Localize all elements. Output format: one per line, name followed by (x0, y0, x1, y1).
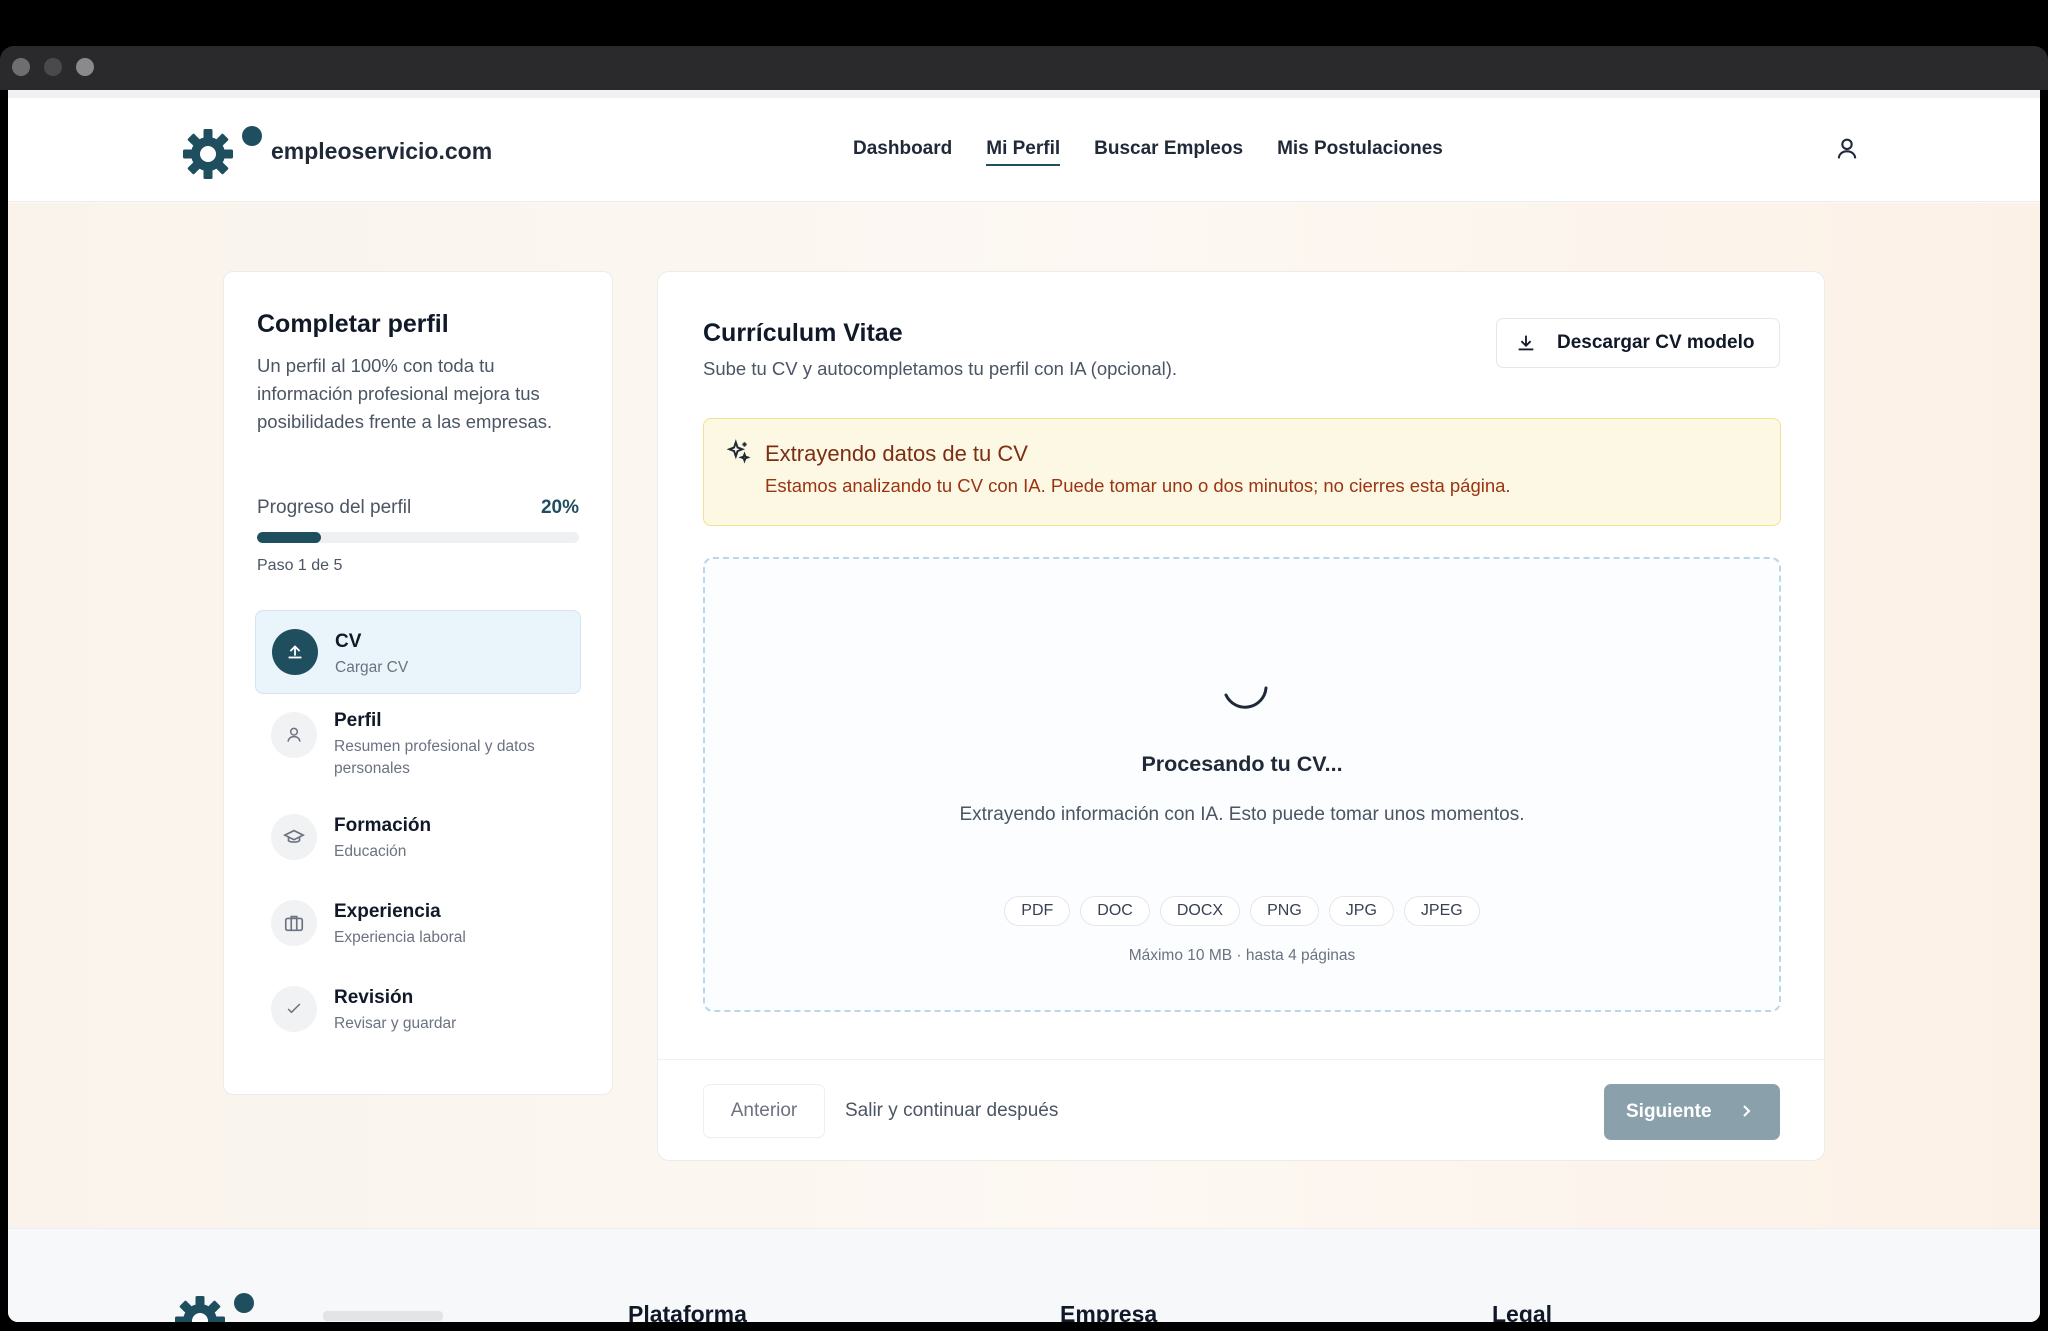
nav-mis-postulaciones[interactable]: Mis Postulaciones (1277, 138, 1443, 166)
briefcase-icon (271, 900, 317, 946)
step-title: Perfil (334, 710, 382, 731)
progress-percent: 20% (540, 497, 579, 518)
sidebar-description: Un perfil al 100% con toda tu informació… (257, 355, 553, 432)
processing-title: Procesando tu CV... (1141, 752, 1343, 776)
format-chip: JPG (1328, 896, 1394, 926)
step-revision[interactable]: Revisión Revisar y guardar (255, 974, 581, 1060)
step-subtitle: Revisar y guardar (334, 1015, 457, 1032)
save-and-exit-link[interactable]: Salir y continuar después (845, 1100, 1058, 1122)
download-cv-template-label: Descargar CV modelo (1557, 332, 1755, 353)
step-subtitle: Educación (334, 843, 407, 860)
footer-column-legal: Legal (1492, 1301, 1553, 1322)
minimize-window-button[interactable] (44, 58, 62, 76)
card-subtitle: Sube tu CV y autocompletamos tu perfil c… (703, 358, 1178, 379)
cv-dropzone[interactable]: Procesando tu CV... Extrayendo informaci… (703, 557, 1781, 1012)
step-title: Experiencia (334, 901, 441, 922)
maximize-window-button[interactable] (76, 58, 94, 76)
chevron-right-icon (1743, 1105, 1751, 1117)
step-subtitle: Resumen profesional y datos personales (334, 738, 535, 777)
step-formacion[interactable]: Formación Educación (255, 802, 581, 888)
profile-steps-sidebar: Completar perfil Un perfil al 100% con t… (223, 271, 613, 1095)
sparkles-icon (726, 439, 751, 464)
card-title: Currículum Vitae (703, 319, 903, 347)
step-subtitle: Experiencia laboral (334, 929, 466, 946)
format-chip: PNG (1250, 896, 1319, 926)
footer-column-plataforma: Plataforma (628, 1301, 747, 1322)
nav-mi-perfil[interactable]: Mi Perfil (986, 138, 1061, 166)
user-icon (271, 712, 317, 758)
step-cv[interactable]: CV Cargar CV (255, 610, 581, 694)
step-title: Formación (334, 815, 432, 836)
format-chip: DOCX (1159, 896, 1241, 926)
download-icon (1518, 335, 1534, 351)
upload-icon (272, 629, 318, 675)
brand-logo-icon[interactable] (178, 122, 268, 182)
file-limits: Máximo 10 MB · hasta 4 páginas (1128, 947, 1356, 964)
accepted-formats: PDF DOC DOCX PNG JPG JPEG (705, 896, 1779, 926)
nav-buscar-empleos[interactable]: Buscar Empleos (1094, 138, 1243, 166)
next-button[interactable]: Siguiente (1604, 1084, 1780, 1140)
extraction-alert: Extrayendo datos de tu CV Estamos analiz… (703, 418, 1781, 526)
user-icon[interactable] (1833, 135, 1861, 163)
step-experiencia[interactable]: Experiencia Experiencia laboral (255, 888, 581, 974)
card-footer: Anterior Salir y continuar después Sigui… (658, 1059, 1824, 1160)
step-title: CV (335, 631, 362, 652)
progress-bar (257, 532, 579, 543)
main-nav: Dashboard Mi Perfil Buscar Empleos Mis P… (853, 138, 1443, 166)
format-chip: DOC (1080, 896, 1150, 926)
alert-title: Extrayendo datos de tu CV (765, 441, 1028, 466)
browser-toolbar-edge (8, 90, 2040, 98)
step-count: Paso 1 de 5 (257, 557, 343, 574)
site-header: empleoservicio.com Dashboard Mi Perfil B… (8, 98, 2040, 202)
download-cv-template-button[interactable]: Descargar CV modelo (1496, 318, 1780, 368)
browser-window: empleoservicio.com Dashboard Mi Perfil B… (8, 90, 2040, 1322)
footer-brand-name (323, 1311, 443, 1321)
cv-upload-card: Currículum Vitae Sube tu CV y autocomple… (657, 271, 1825, 1161)
step-subtitle: Cargar CV (335, 659, 409, 676)
format-chip: PDF (1004, 896, 1071, 926)
format-chip: JPEG (1403, 896, 1480, 926)
processing-message: Extrayendo información con IA. Esto pued… (959, 804, 1525, 825)
check-icon (271, 986, 317, 1032)
window-titlebar (0, 46, 2048, 90)
nav-dashboard[interactable]: Dashboard (853, 138, 952, 166)
previous-button[interactable]: Anterior (703, 1084, 825, 1138)
progress-bar-fill (257, 532, 322, 543)
sidebar-title: Completar perfil (257, 310, 449, 338)
footer-column-empresa: Empresa (1060, 1301, 1158, 1322)
step-title: Revisión (334, 987, 414, 1008)
brand-name[interactable]: empleoservicio.com (271, 138, 492, 165)
next-button-label: Siguiente (1626, 1101, 1712, 1122)
step-perfil[interactable]: Perfil Resumen profesional y datos perso… (255, 694, 581, 802)
site-footer: Plataforma Empresa Legal (8, 1228, 2040, 1322)
footer-logo-icon[interactable] (170, 1289, 260, 1322)
steps-list: CV Cargar CV Perfil Resumen profesional … (255, 610, 581, 1060)
close-window-button[interactable] (12, 58, 30, 76)
screen-top-border (0, 0, 2048, 46)
alert-message: Estamos analizando tu CV con IA. Puede t… (765, 475, 1511, 496)
loading-spinner-icon (1224, 686, 1268, 709)
progress-label: Progreso del perfil (257, 497, 412, 518)
graduation-cap-icon (271, 814, 317, 860)
